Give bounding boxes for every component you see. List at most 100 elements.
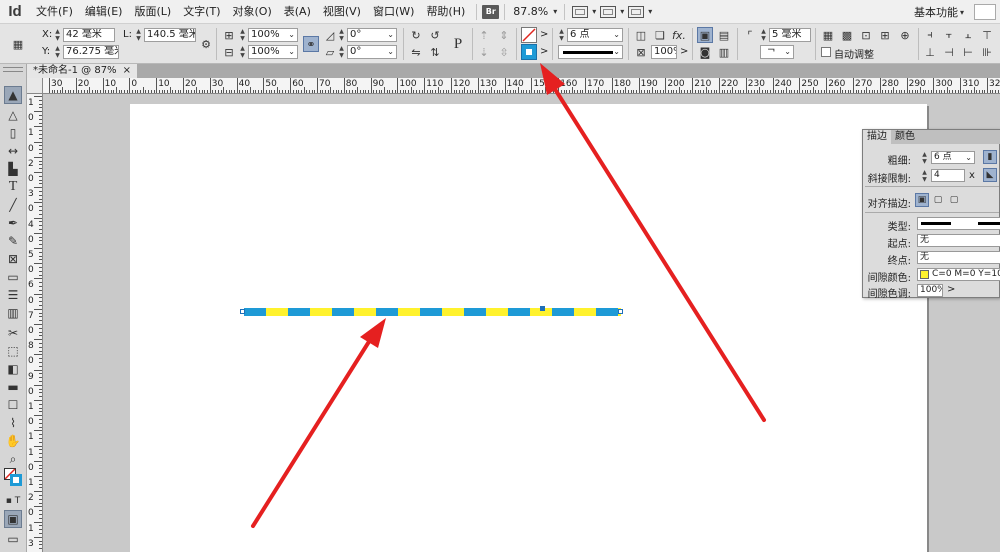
note-tool-icon[interactable]: ☐ [4, 396, 22, 414]
menu-file[interactable]: 文件(F) [30, 0, 79, 24]
stroke-weight-field[interactable]: 6 点 ⌄ [567, 28, 623, 42]
zoom-tool-icon[interactable]: ⌕ [4, 450, 22, 468]
workspace-switcher[interactable]: 基本功能 ▾ [914, 4, 966, 20]
tab-color[interactable]: 颜色 [891, 130, 919, 144]
x-field[interactable]: 42 毫米 [63, 28, 115, 42]
align-center-stroke-icon[interactable]: ▣ [915, 193, 929, 207]
fill-none-swatch[interactable] [521, 27, 537, 43]
chevron-down-icon[interactable]: ▾ [618, 7, 626, 16]
flip-vertical-icon[interactable]: ⇅ [427, 44, 443, 60]
chevron-down-icon[interactable]: ▾ [646, 7, 654, 16]
join-style-icon[interactable]: ◣ [983, 168, 997, 182]
zoom-level[interactable]: 87.8% [510, 5, 551, 18]
x-stepper[interactable]: ▲ ▼ [54, 28, 61, 42]
corner-size-field[interactable]: 5 毫米 [769, 28, 811, 42]
link-scale-icon[interactable]: ⚭ [303, 36, 319, 52]
gap-tool-icon[interactable]: ↔ [4, 142, 22, 160]
direct-selection-tool-icon[interactable]: △ [4, 106, 22, 124]
miter-stepper[interactable]: ▲ ▼ [921, 169, 928, 183]
menu-type[interactable]: 文字(T) [177, 0, 226, 24]
fit-proportion-icon[interactable]: ⊡ [858, 27, 874, 43]
screen-mode-icon[interactable]: ▭ [4, 530, 22, 548]
rotate-ccw-icon[interactable]: ↺ [427, 27, 443, 43]
fx-icon[interactable]: fx. [671, 27, 687, 43]
distribute-spacing-icon[interactable]: ⊪ [979, 44, 995, 60]
chevron-right-icon[interactable]: > [540, 46, 548, 57]
length-stepper[interactable]: ▲ ▼ [135, 28, 142, 42]
stroke-weight-stepper[interactable]: ▲ ▼ [558, 28, 565, 42]
align-inside-stroke-icon[interactable]: ▢ [931, 193, 945, 207]
page-tool-icon[interactable]: ▯ [4, 124, 22, 142]
free-transform-tool-icon[interactable]: ⬚ [4, 342, 22, 360]
line-start-anchor[interactable] [240, 309, 245, 314]
cap-style-icon[interactable]: ▮ [983, 150, 997, 164]
align-left-icon[interactable]: ⫞ [922, 27, 938, 43]
bridge-button[interactable]: Br [482, 4, 500, 19]
effects-icon[interactable]: ◫ [633, 27, 649, 43]
line-tool-icon[interactable]: ╱ [4, 196, 22, 214]
chevron-down-icon[interactable]: ▾ [590, 7, 598, 16]
shear-field[interactable]: 0° ⌄ [347, 45, 397, 59]
select-content-icon[interactable]: ⇣ [476, 44, 492, 60]
horizontal-ruler[interactable]: 30 20 10 0 10 20 30 40 50 60 70 80 90 100 110 120 130 140… [27, 78, 1000, 94]
dashed-stroke-line[interactable] [244, 308, 621, 316]
pencil-tool-icon[interactable]: ✎ [4, 232, 22, 250]
scale-x-field[interactable]: 100% ⌄ [248, 28, 298, 42]
tab-stroke[interactable]: 描边 [863, 130, 891, 144]
auto-fit-checkbox[interactable] [821, 47, 831, 57]
close-icon[interactable]: × [123, 64, 131, 78]
stroke-type-field[interactable] [917, 217, 1000, 230]
rectangle-frame-tool-icon[interactable]: ⊠ [4, 250, 22, 268]
vertical-grid-tool-icon[interactable]: ▥ [4, 304, 22, 322]
rotate-cw-icon[interactable]: ↻ [408, 27, 424, 43]
text-wrap-none-icon[interactable]: ▣ [697, 27, 713, 43]
menu-layout[interactable]: 版面(L) [128, 0, 177, 24]
scale-y-stepper[interactable]: ▲ ▼ [239, 45, 246, 59]
distribute-right-icon[interactable]: ⊢ [960, 44, 976, 60]
gradient-swatch-tool-icon[interactable]: ◧ [4, 360, 22, 378]
weight-stepper[interactable]: ▲ ▼ [921, 151, 928, 165]
ruler-origin[interactable] [27, 78, 43, 94]
start-field[interactable]: 无 [917, 234, 1000, 247]
fitting-content-icon[interactable]: ▩ [839, 27, 855, 43]
reference-point-icon[interactable]: ▦ [10, 36, 26, 52]
corner-size-stepper[interactable]: ▲ ▼ [760, 28, 767, 42]
toolbox-grip[interactable] [3, 67, 23, 72]
text-wrap-jump-icon[interactable]: ▥ [716, 44, 732, 60]
distribute-center-icon[interactable]: ⊣ [941, 44, 957, 60]
menu-table[interactable]: 表(A) [278, 0, 317, 24]
menu-edit[interactable]: 编辑(E) [79, 0, 129, 24]
flip-horizontal-icon[interactable]: ⇋ [408, 44, 424, 60]
align-right-icon[interactable]: ⫠ [960, 27, 976, 43]
pasteboard[interactable] [44, 95, 1000, 552]
opacity-field[interactable]: 100% [651, 45, 677, 59]
menu-object[interactable]: 对象(O) [227, 0, 278, 24]
end-field[interactable]: 无 [917, 251, 1000, 264]
stroke-swatch-tool[interactable] [10, 474, 22, 486]
chevron-right-icon[interactable]: > [680, 46, 688, 57]
hand-tool-icon[interactable]: ✋ [4, 432, 22, 450]
gap-tint-field[interactable]: 100% [917, 284, 943, 297]
chevron-right-icon[interactable]: > [947, 284, 955, 295]
align-center-icon[interactable]: ⫟ [941, 27, 957, 43]
formatting-affects-icon[interactable]: ▪ T [4, 492, 22, 510]
horizontal-grid-tool-icon[interactable]: ☰ [4, 286, 22, 304]
y-field[interactable]: 76.275 毫米 [63, 45, 119, 59]
weight-field[interactable]: 6 点 ⌄ [931, 151, 975, 164]
miter-field[interactable]: 4 [931, 169, 965, 182]
constrain-proportions-icon[interactable]: ⚙ [198, 36, 214, 52]
rotation-field[interactable]: 0° ⌄ [347, 28, 397, 42]
search-input[interactable] [974, 4, 996, 20]
shear-stepper[interactable]: ▲ ▼ [338, 45, 345, 59]
document-tab[interactable]: *未命名-1 @ 87% × [27, 64, 137, 78]
select-container-icon[interactable]: ⇡ [476, 27, 492, 43]
corner-shape-dropdown[interactable]: ¬ ⌄ [760, 45, 794, 59]
scale-y-field[interactable]: 100% ⌄ [248, 45, 298, 59]
align-outside-stroke-icon[interactable]: ▢ [947, 193, 961, 207]
center-content-icon[interactable]: ⊕ [897, 27, 913, 43]
menu-window[interactable]: 窗口(W) [367, 0, 420, 24]
align-top-icon[interactable]: ⊤ [979, 27, 995, 43]
gap-color-field[interactable]: C=0 M=0 Y=100 [917, 268, 1000, 281]
menu-help[interactable]: 帮助(H) [420, 0, 471, 24]
gradient-feather-tool-icon[interactable]: ▬ [4, 378, 22, 396]
